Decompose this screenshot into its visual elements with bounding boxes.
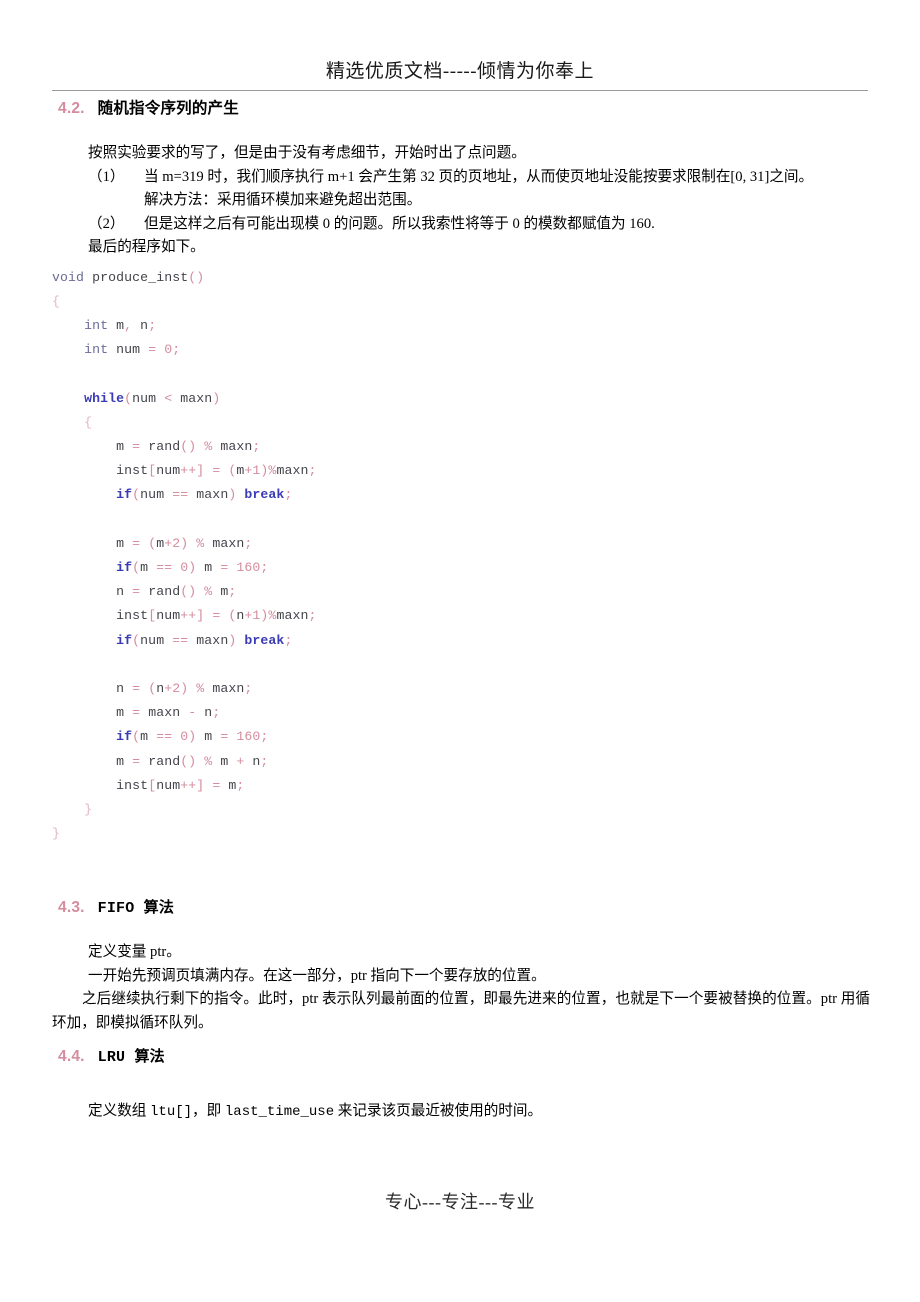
heading-section-4-2: 4.2. 随机指令序列的产生: [58, 96, 870, 118]
text-run-1: 定义数组: [88, 1103, 151, 1120]
header-divider-rule: [52, 90, 868, 91]
paragraph-4-4-1: 定义数组 ltu[]，即 last_time_use 来记录该页最近被使用的时间…: [52, 1100, 870, 1125]
code-line: {: [84, 414, 93, 430]
code-line: n = rand() % m;: [116, 584, 237, 600]
code-line: if(num == maxn) break;: [116, 487, 293, 503]
text-run-3: 来记录该页最近被使用的时间。: [334, 1103, 543, 1120]
list-item-1-text: 当 m=319 时，我们顺序执行 m+1 会产生第 32 页的页地址，从而使页地…: [144, 168, 814, 185]
inline-code-last-time-use: last_time_use: [224, 1104, 335, 1121]
heading-section-4-3: 4.3. FIFO 算法: [58, 896, 870, 917]
heading-section-4-4: 4.4. LRU 算法: [58, 1045, 870, 1066]
code-line: m = maxn - n;: [116, 705, 221, 721]
list-item: （1） 当 m=319 时，我们顺序执行 m+1 会产生第 32 页的页地址，从…: [52, 166, 870, 190]
paragraph-4-3-2: 一开始先预调页填满内存。在这一部分，ptr 指向下一个要存放的位置。: [88, 967, 546, 984]
code-line: inst[num++] = m;: [116, 777, 245, 793]
code-line: m = rand() % maxn;: [116, 438, 261, 454]
code-line: inst[num++] = (m+1)%maxn;: [116, 463, 317, 479]
code-line: int m, n;: [84, 317, 157, 333]
paragraph-4-2-closing: 最后的程序如下。: [88, 239, 205, 255]
code-line: {: [52, 293, 61, 309]
paragraph-4-2-subnote: 解决方法：采用循环模加来避免超出范围。: [144, 192, 422, 208]
list-item-2-marker: （2）: [88, 215, 125, 232]
inline-code-ltu: ltu[]: [150, 1104, 193, 1121]
code-line: if(num == maxn) break;: [116, 632, 293, 648]
code-line: inst[num++] = (n+1)%maxn;: [116, 608, 317, 624]
list-item-2-text: 但是这样之后有可能出现模 0 的问题。所以我索性将等于 0 的模数都赋值为 16…: [144, 215, 655, 232]
paragraph-4-3-1: 定义变量 ptr。: [88, 944, 181, 961]
paragraph-4-3-3: 之后继续执行剩下的指令。此时，ptr 表示队列最前面的位置，即最先进来的位置，也…: [52, 991, 870, 1031]
code-line: n = (n+2) % maxn;: [116, 680, 253, 696]
running-header: 精选优质文档-----倾情为你奉上: [0, 56, 920, 83]
heading-4-2-title: 随机指令序列的产生: [97, 100, 239, 117]
heading-4-4-title: LRU 算法: [97, 1049, 165, 1067]
code-line: }: [52, 826, 61, 842]
code-listing: void produce_inst() { int m, n; int num =…: [52, 266, 870, 847]
code-line: }: [84, 801, 93, 817]
running-header-text: 精选优质文档-----倾情为你奉上: [325, 61, 595, 82]
code-line: while(num < maxn): [84, 390, 221, 406]
code-line: m = rand() % m + n;: [116, 753, 269, 769]
document-content: 4.2. 随机指令序列的产生 按照实验要求的写了，但是由于没有考虑细节，开始时出了…: [52, 96, 870, 1125]
heading-4-2-number: 4.2.: [58, 100, 85, 117]
document-page: 精选优质文档-----倾情为你奉上 4.2. 随机指令序列的产生 按照实验要求的写…: [0, 0, 920, 1302]
running-footer: 专心---专注---专业: [0, 1188, 920, 1214]
heading-4-3-number: 4.3.: [58, 899, 85, 917]
list-item-1-marker: （1）: [88, 168, 125, 185]
code-line: if(m == 0) m = 160;: [116, 729, 269, 745]
code-line: m = (m+2) % maxn;: [116, 535, 253, 551]
text-run-2: ，即: [192, 1103, 225, 1120]
list-item: （2） 但是这样之后有可能出现模 0 的问题。所以我索性将等于 0 的模数都赋值…: [52, 213, 870, 237]
heading-4-3-title: FIFO 算法: [97, 900, 175, 918]
code-line: int num = 0;: [84, 342, 181, 358]
running-footer-text: 专心---专注---专业: [385, 1192, 535, 1212]
paragraph-4-2-intro: 按照实验要求的写了，但是由于没有考虑细节，开始时出了点问题。: [88, 145, 526, 161]
code-line: if(m == 0) m = 160;: [116, 559, 269, 575]
code-line: void produce_inst(): [52, 269, 205, 285]
heading-4-4-number: 4.4.: [58, 1048, 85, 1066]
